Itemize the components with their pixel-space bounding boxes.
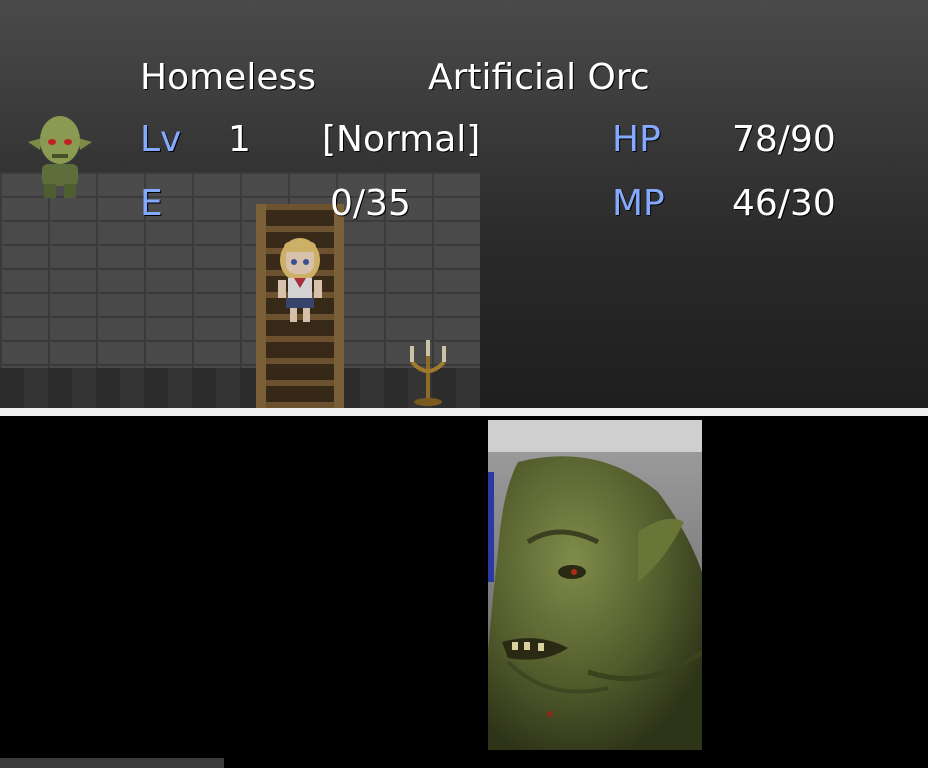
hp-value: 78/90: [732, 119, 836, 160]
actor-class: Artificial Orc: [428, 57, 650, 98]
mp-value: 46/30: [732, 183, 836, 224]
message-area: [0, 416, 928, 768]
bottom-strip: [0, 758, 224, 768]
exp-label: E: [140, 183, 163, 224]
orc-portrait-icon: [488, 456, 702, 750]
schoolgirl-sprite-icon: [278, 238, 322, 322]
actor-state: [Normal]: [322, 119, 481, 160]
candelabra-icon: [410, 340, 446, 406]
level-value: 1: [228, 119, 251, 160]
portrait-frame: [488, 420, 702, 750]
actor-name: Homeless: [140, 57, 316, 98]
orc-face-sprite-icon: [28, 116, 92, 198]
exp-value: 0/35: [330, 183, 411, 224]
status-window: Homeless Artificial Orc Lv 1 [Normal] E …: [0, 0, 928, 408]
window-divider: [0, 408, 928, 416]
mp-label: MP: [612, 183, 665, 224]
level-label: Lv: [140, 119, 182, 160]
hp-label: HP: [612, 119, 661, 160]
